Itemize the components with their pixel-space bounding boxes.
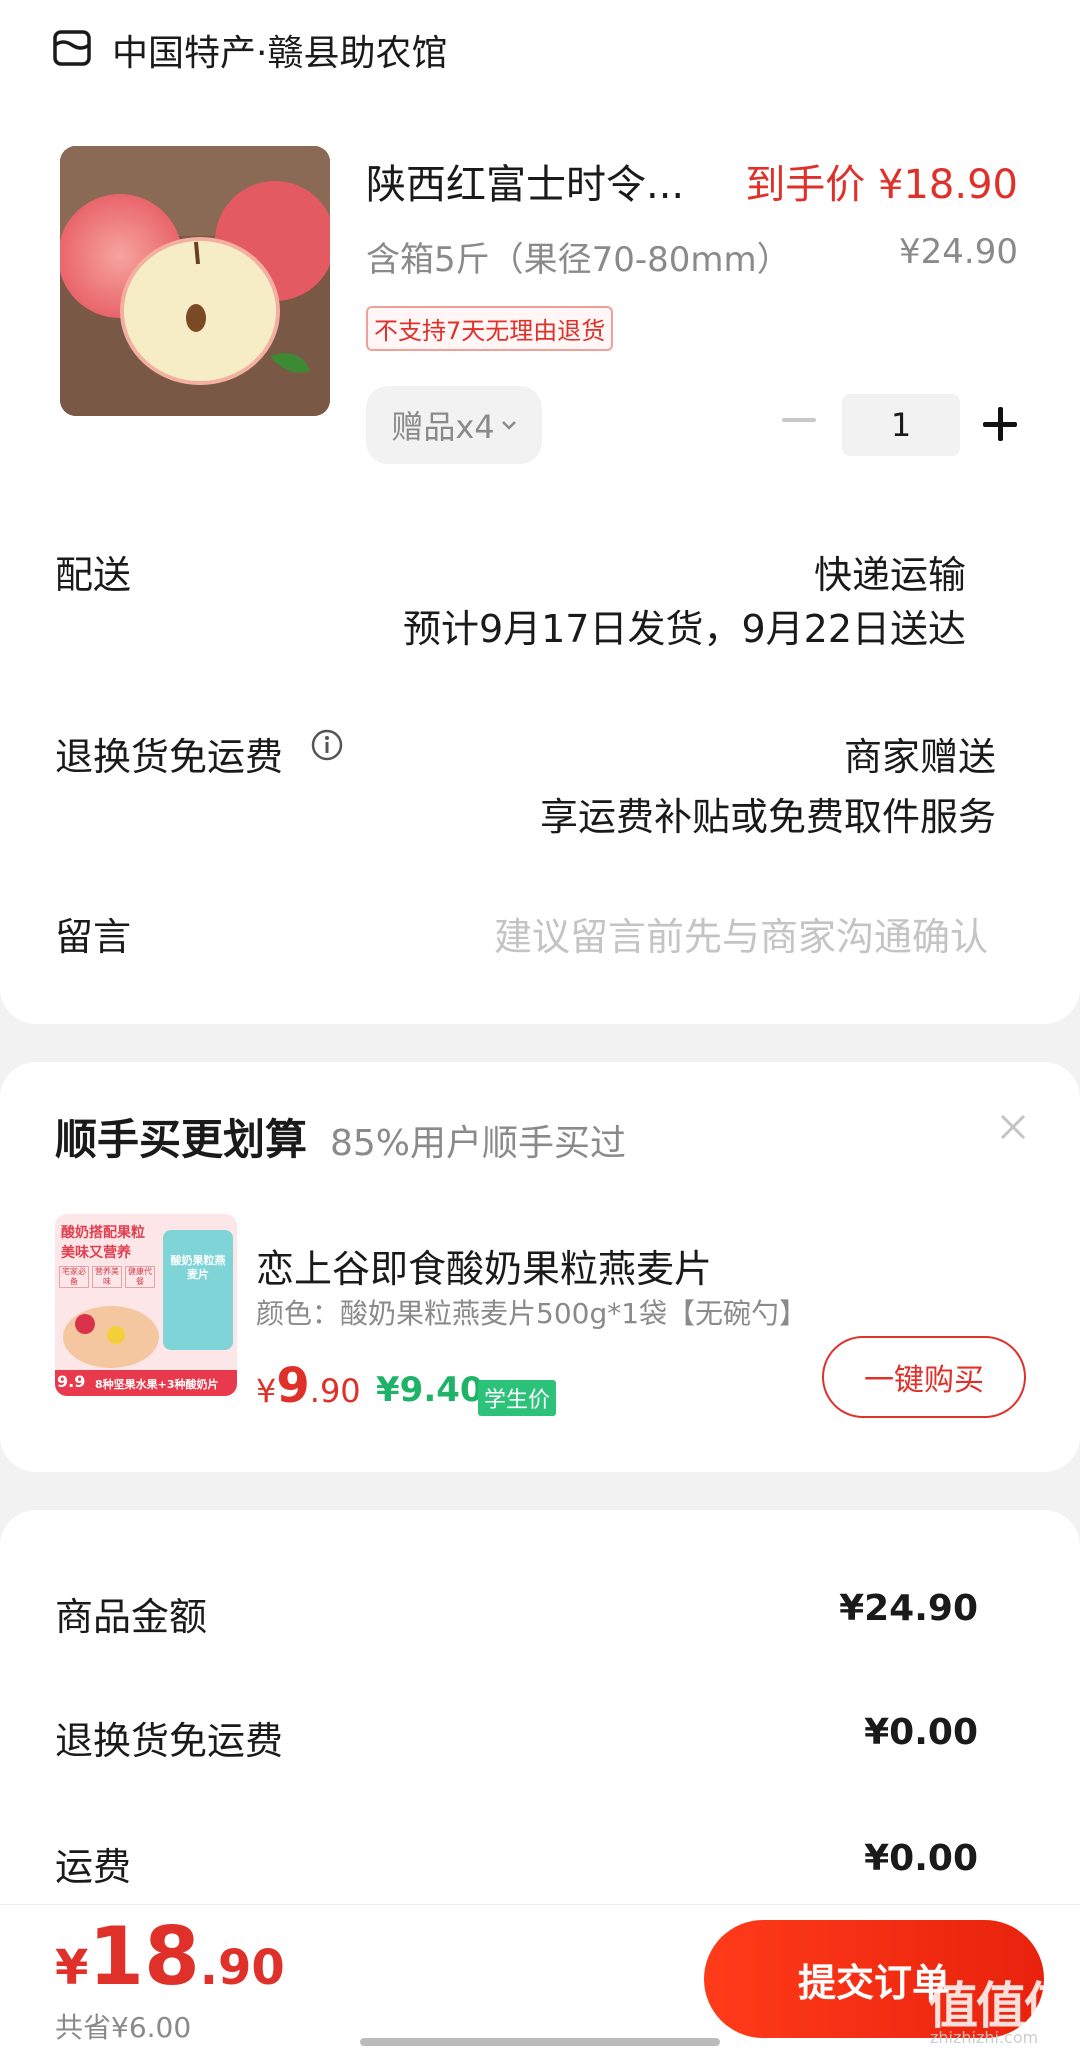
delivery-estimate: 预计9月17日发货，9月22日送达 <box>402 607 966 651</box>
summary-value: ¥0.00 <box>864 1712 978 1753</box>
watermark-url: zhizhizhi.com <box>930 2028 1039 2047</box>
product-title[interactable]: 陕西红富士时令... <box>366 152 684 210</box>
total-price-int: 18 <box>88 1910 200 2003</box>
shop-name[interactable]: 中国特产·赣县助农馆 <box>112 24 447 76</box>
total-price-symbol: ¥ <box>55 1940 89 1996</box>
decrease-quantity-button[interactable] <box>782 418 816 422</box>
recommend-subtitle: 85%用户顺手买过 <box>330 1123 627 1164</box>
increase-quantity-button[interactable] <box>983 407 1017 441</box>
recommend-item-price: ¥9.90 <box>256 1358 361 1414</box>
recommend-img-tag: 健康代餐 <box>125 1266 155 1288</box>
summary-label: 退换货免运费 <box>55 1719 284 1763</box>
product-image[interactable] <box>60 146 330 416</box>
price-symbol: ¥ <box>256 1372 277 1410</box>
return-shipping-provider: 商家赠送 <box>843 735 996 779</box>
recommend-title: 顺手买更划算 <box>55 1115 308 1164</box>
recommend-item-name[interactable]: 恋上谷即食酸奶果粒燕麦片 <box>256 1238 712 1293</box>
price-dec: .90 <box>309 1372 361 1410</box>
product-spec[interactable]: 含箱5斤（果径70-80mm） <box>366 232 791 281</box>
recommend-img-bottom: 8种坚果水果+3种酸奶片 <box>95 1378 219 1391</box>
delivery-label: 配送 <box>55 553 132 597</box>
info-icon[interactable] <box>310 728 344 762</box>
delivery-method[interactable]: 快递运输 <box>814 544 966 599</box>
gift-dropdown[interactable]: 赠品x4 <box>366 386 542 464</box>
message-input[interactable]: 建议留言前先与商家沟通确认 <box>494 906 988 961</box>
shop-icon <box>53 30 91 66</box>
summary-label: 运费 <box>55 1845 132 1889</box>
total-price-dec: .90 <box>199 1940 285 1996</box>
recommend-img-tag: 营养美味 <box>92 1266 122 1288</box>
original-price: ¥24.90 <box>899 232 1018 272</box>
summary-value: ¥0.00 <box>864 1838 978 1879</box>
recommend-img-text-1: 酸奶搭配果粒 <box>61 1225 145 1241</box>
chevron-down-icon <box>501 421 516 430</box>
recommend-img-tag: 宅家必备 <box>59 1266 89 1288</box>
recommend-item-image[interactable]: 酸奶果粒燕麦片 酸奶搭配果粒 美味又营养 宅家必备 营养美味 健康代餐 9.9 … <box>55 1214 237 1396</box>
message-label: 留言 <box>55 915 132 959</box>
home-indicator[interactable] <box>360 2038 720 2046</box>
quick-buy-button[interactable]: 一键购买 <box>822 1336 1026 1418</box>
return-shipping-desc: 享运费补贴或免费取件服务 <box>539 795 996 839</box>
final-price: 到手价 ¥18.90 <box>745 162 1018 208</box>
recommend-img-price-badge: 9.9 <box>57 1372 86 1391</box>
quantity-input[interactable]: 1 <box>842 394 960 456</box>
student-price: ¥9.40 <box>376 1370 484 1410</box>
price-int: 9 <box>276 1358 310 1414</box>
total-price: ¥18.90 <box>55 1910 285 2003</box>
recommend-item-spec: 颜色：酸奶果粒燕麦片500g*1袋【无碗勺】 <box>256 1297 808 1330</box>
student-price-tag: 学生价 <box>478 1380 557 1416</box>
saved-amount: 共省¥6.00 <box>55 2011 192 2044</box>
close-icon[interactable] <box>998 1112 1028 1142</box>
no-return-tag: 不支持7天无理由退货 <box>366 306 614 351</box>
recommend-img-text-2: 美味又营养 <box>61 1245 131 1261</box>
summary-label: 商品金额 <box>55 1595 208 1639</box>
gift-label: 赠品x4 <box>391 408 495 446</box>
recommend-pack-text: 酸奶果粒燕麦片 <box>170 1254 226 1281</box>
return-shipping-label: 退换货免运费 <box>55 735 284 779</box>
summary-value: ¥24.90 <box>839 1588 978 1629</box>
